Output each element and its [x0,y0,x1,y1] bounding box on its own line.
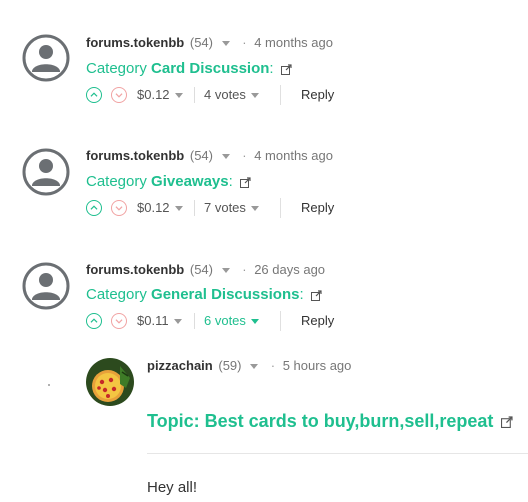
separator-dot: · [242,148,247,163]
caret-down-icon[interactable] [221,267,230,273]
comment-meta: forums.tokenbb (54) · 4 months ago [86,35,333,50]
caret-down-icon [173,319,182,325]
author-name[interactable]: pizzachain [147,358,213,373]
downvote-icon[interactable] [111,87,127,103]
reply-button[interactable]: Reply [301,87,334,102]
payout-amount: $0.12 [137,200,170,215]
topic-title-link[interactable]: Topic: Best cards to buy,burn,sell,repea… [147,411,513,432]
votes-count[interactable]: 7 votes [204,200,259,215]
caret-down-icon[interactable] [221,40,230,46]
user-avatar-icon[interactable] [22,148,70,196]
votes-count[interactable]: 6 votes [204,313,259,328]
caret-down-icon [174,93,183,99]
author-reputation: (59) [218,358,242,373]
payout-amount: $0.12 [137,87,170,102]
votes-label: 7 votes [204,200,246,215]
external-link-icon[interactable] [501,416,513,429]
category-suffix: : [228,173,233,190]
downvote-icon[interactable] [111,313,127,329]
caret-down-icon [174,206,183,212]
category-line: Category General Discussions: [86,286,322,303]
user-avatar-icon[interactable] [22,262,70,310]
comment-meta: forums.tokenbb (54) · 4 months ago [86,148,333,163]
category-line: Category Giveaways: [86,173,251,190]
payout-amount: $0.11 [137,313,169,328]
votes-label: 6 votes [204,313,246,328]
user-avatar-icon[interactable] [22,34,70,82]
reply-meta: pizzachain (59) · 5 hours ago [147,358,351,373]
separator-dot: · [270,358,276,373]
divider [280,198,281,218]
author-name[interactable]: forums.tokenbb [86,262,184,277]
upvote-icon[interactable] [86,87,102,103]
separator-dot: · [242,35,247,50]
divider [194,87,195,103]
divider [194,200,195,216]
timestamp[interactable]: 4 months ago [254,35,333,50]
votes-count[interactable]: 4 votes [204,87,259,102]
caret-down-icon [250,319,259,325]
timestamp[interactable]: 4 months ago [254,148,333,163]
author-name[interactable]: forums.tokenbb [86,148,184,163]
payout-value[interactable]: $0.12 [137,87,183,102]
reply-button[interactable]: Reply [301,313,334,328]
external-link-icon[interactable] [280,63,292,75]
reply-body: Hey all! [147,479,198,496]
category-suffix: : [269,60,274,77]
upvote-icon[interactable] [86,200,102,216]
external-link-icon[interactable] [310,289,322,301]
downvote-icon[interactable] [111,200,127,216]
payout-value[interactable]: $0.12 [137,200,183,215]
timestamp[interactable]: 26 days ago [254,262,325,277]
author-reputation: (54) [189,148,213,163]
votes-label: 4 votes [204,87,246,102]
category-prefix: Category [86,286,147,303]
comment-meta: forums.tokenbb (54) · 26 days ago [86,262,325,277]
category-link[interactable]: Card Discussion [151,60,269,77]
category-prefix: Category [86,60,147,77]
divider [280,85,281,105]
external-link-icon[interactable] [239,176,251,188]
caret-down-icon [250,93,259,99]
caret-down-icon[interactable] [250,363,259,369]
nested-reply: pizzachain (59) · 5 hours ago Topic: Bes… [0,350,528,502]
author-reputation: (54) [189,35,213,50]
divider [280,311,281,331]
category-prefix: Category [86,173,147,190]
divider [147,453,528,454]
timestamp[interactable]: 5 hours ago [283,358,352,373]
divider [194,313,195,329]
category-suffix: : [299,286,304,303]
caret-down-icon[interactable] [221,153,230,159]
category-line: Category Card Discussion: [86,60,292,77]
caret-down-icon [250,206,259,212]
category-link[interactable]: Giveaways [151,173,229,190]
reply-button[interactable]: Reply [301,200,334,215]
payout-value[interactable]: $0.11 [137,313,182,328]
separator-dot: · [242,262,247,277]
category-link[interactable]: General Discussions [151,286,299,303]
author-reputation: (54) [189,262,213,277]
topic-title: Topic: Best cards to buy,burn,sell,repea… [147,411,494,431]
pizza-avatar-icon[interactable] [86,358,134,406]
author-name[interactable]: forums.tokenbb [86,35,184,50]
upvote-icon[interactable] [86,313,102,329]
